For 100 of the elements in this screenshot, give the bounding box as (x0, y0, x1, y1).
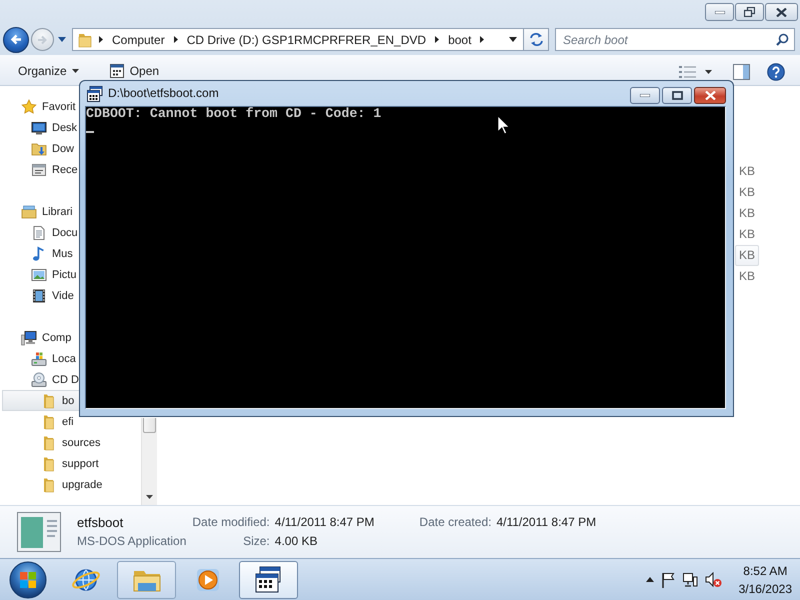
caret-down-icon[interactable] (705, 70, 712, 74)
folder-icon (41, 392, 57, 408)
minimize-icon (714, 10, 724, 14)
console-icon (254, 566, 284, 594)
application-window-icon (17, 512, 61, 552)
nav-item[interactable]: Vide (2, 285, 79, 306)
scrollbar-thumb[interactable] (143, 418, 156, 433)
file-row[interactable]: KB (735, 182, 760, 203)
nav-item[interactable]: Docu (2, 222, 80, 243)
restore-button[interactable] (735, 3, 764, 21)
file-row[interactable]: KB (735, 245, 760, 266)
nav-item[interactable]: bo (2, 390, 79, 411)
library-icon (21, 204, 37, 220)
speaker-muted-icon[interactable] (704, 572, 722, 588)
nav-item[interactable]: Dow (2, 138, 79, 159)
view-options-icon[interactable] (679, 66, 696, 78)
search-icon[interactable] (776, 33, 789, 46)
document-icon (31, 224, 47, 240)
scroll-down-icon[interactable] (146, 495, 153, 499)
folder-icon (41, 476, 57, 492)
nav-item[interactable]: upgrade (2, 474, 104, 495)
breadcrumb[interactable]: boot (446, 32, 474, 48)
chevron-right-icon[interactable] (99, 36, 103, 43)
property-value: 4.00 KB (274, 534, 318, 549)
caret-up-icon[interactable] (646, 577, 654, 582)
scrollbar-track[interactable] (141, 418, 157, 505)
nav-item[interactable]: Librari (2, 201, 79, 222)
close-icon (704, 90, 716, 100)
breadcrumb[interactable]: Computer (110, 32, 167, 48)
refresh-icon (528, 33, 544, 46)
minimize-button[interactable] (705, 3, 734, 21)
chevron-right-icon[interactable] (174, 36, 178, 43)
folder-icon (78, 32, 92, 48)
toolbar-button[interactable]: Open (108, 63, 160, 79)
maximize-button[interactable] (662, 86, 692, 104)
file-type: MS-DOS Application (77, 534, 186, 549)
nav-item[interactable]: efi (2, 411, 79, 432)
property-label: Date created: (419, 515, 492, 530)
console-icon (87, 86, 103, 102)
window-icon (31, 162, 47, 178)
nav-item[interactable]: support (2, 453, 101, 474)
nav-item[interactable]: CD D (2, 369, 81, 390)
taskbar-button[interactable] (239, 560, 298, 598)
file-row[interactable]: KB (735, 224, 760, 245)
nav-item[interactable]: Rece (2, 159, 80, 180)
back-button[interactable] (3, 26, 29, 52)
file-row[interactable]: KB (735, 203, 760, 224)
caret-down-icon[interactable] (509, 37, 517, 42)
nav-item[interactable]: Comp (2, 327, 79, 348)
nav-item[interactable]: sources (2, 432, 103, 453)
maximize-icon (672, 90, 682, 100)
console-text: CDBOOT: Cannot boot from CD - Code: 1 (86, 107, 382, 121)
chevron-right-icon[interactable] (435, 36, 440, 43)
close-icon (776, 8, 787, 16)
mouse-pointer-icon (497, 115, 510, 135)
picture-icon (31, 266, 47, 282)
property-value: 4/11/2011 8:47 PM (274, 515, 374, 530)
music-note-icon (31, 246, 47, 262)
caret-down-icon[interactable] (58, 37, 66, 42)
help-icon[interactable] (767, 63, 785, 81)
film-icon (31, 288, 47, 304)
cd-drive-icon (31, 372, 47, 388)
nav-item[interactable]: Favorit (2, 96, 79, 117)
network-icon[interactable] (682, 572, 698, 588)
minimize-icon (640, 94, 650, 96)
property-label: Size: (243, 534, 270, 549)
address-bar[interactable]: Computer CD Drive (D:) GSP1RMCPRFRER_EN_DVD boot (72, 28, 524, 51)
folder-icon (41, 434, 57, 450)
window-title: D:\boot\etfsboot.com (108, 86, 219, 101)
clock-button[interactable]: 8:52 AM 3/16/2023 (738, 562, 792, 598)
download-folder-icon (31, 140, 47, 156)
nav-item[interactable]: Desk (2, 117, 80, 138)
caret-down-icon (72, 69, 79, 73)
nav-item[interactable]: Mus (2, 243, 79, 264)
search-field[interactable]: Search boot (555, 28, 795, 51)
folder-icon (41, 414, 57, 430)
toolbar-button[interactable]: Organize (18, 63, 79, 79)
start-orb-icon (9, 560, 47, 598)
flag-icon[interactable] (660, 572, 675, 588)
close-button[interactable] (694, 86, 726, 104)
chevron-right-icon[interactable] (480, 36, 484, 43)
refresh-button[interactable] (524, 28, 549, 51)
star-icon (21, 98, 37, 114)
file-name: etfsboot (77, 515, 124, 530)
monitor-icon (31, 120, 47, 136)
arrow-right-icon (37, 34, 48, 44)
nav-item[interactable]: Pictu (2, 264, 79, 285)
hard-drive-icon (31, 350, 47, 366)
preview-pane-icon[interactable] (733, 64, 750, 80)
close-button[interactable] (765, 3, 798, 21)
file-row[interactable]: KB (735, 161, 760, 182)
file-row[interactable]: KB (735, 266, 760, 287)
property-label: Date modified: (192, 515, 270, 530)
folder-icon (41, 456, 57, 472)
nav-item[interactable]: Loca (2, 348, 79, 369)
application-icon (108, 63, 125, 79)
breadcrumb[interactable]: CD Drive (D:) GSP1RMCPRFRER_EN_DVD (184, 32, 428, 48)
minimize-button[interactable] (630, 86, 660, 104)
property-value: 4/11/2011 8:47 PM (496, 515, 596, 530)
restore-icon (744, 7, 755, 17)
